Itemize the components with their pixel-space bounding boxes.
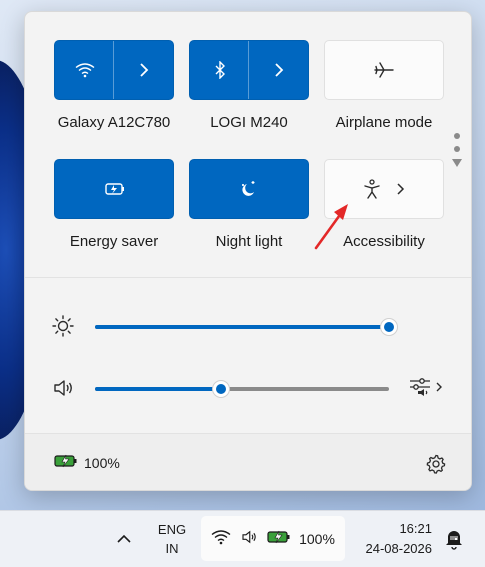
airplane-tile-label: Airplane mode [335,114,433,131]
bluetooth-toggle [189,40,309,100]
quick-settings-footer: 100% [25,433,471,490]
language-code: ENG [157,522,187,537]
accessibility-tile-label: Accessibility [343,233,425,250]
tile-bluetooth: LOGI M240 [189,40,309,131]
battery-status[interactable]: 100% [54,454,120,471]
taskbar: ENG IN 100% 16:21 24-08-2026 [0,510,485,567]
wifi-toggle [54,40,174,100]
wifi-tile-label: Galaxy A12C780 [57,114,171,131]
chevron-up-icon [114,534,134,553]
battery-charging-icon [54,454,78,471]
speaker-icon [239,528,259,549]
volume-row [25,373,471,403]
settings-button[interactable] [425,453,447,475]
system-tray-quick-settings[interactable]: 100% [201,516,345,561]
accessibility-icon [363,179,381,199]
notification-button[interactable] [442,527,466,551]
brightness-thumb[interactable] [380,318,398,336]
battery-charging-icon [267,530,291,547]
chevron-right-icon [138,62,150,78]
clock-time: 16:21 [399,521,432,536]
scroll-down-icon[interactable] [452,159,462,167]
quick-settings-tiles: Galaxy A12C780 LOGI M240 Airplane mode E… [25,12,471,277]
page-dot-2[interactable] [454,146,460,152]
language-indicator[interactable]: ENG IN [150,520,194,558]
airplane-icon [373,61,395,79]
wifi-icon [75,62,95,78]
energy-saver-icon [103,182,125,196]
volume-thumb[interactable] [212,380,231,398]
quick-settings-panel: Galaxy A12C780 LOGI M240 Airplane mode E… [24,11,472,491]
sound-mixer-icon [409,376,431,403]
bluetooth-toggle-button[interactable] [190,41,249,99]
page-indicator[interactable] [451,133,463,167]
night-light-toggle[interactable] [189,159,309,219]
night-light-tile-label: Night light [215,233,283,250]
accessibility-button[interactable] [324,159,444,219]
battery-percentage: 100% [84,454,120,471]
sliders-section [25,277,471,433]
clock-date[interactable]: 16:21 24-08-2026 [352,519,433,559]
page-dot-1[interactable] [454,133,460,139]
bell-icon [442,531,466,555]
clock-date-text: 24-08-2026 [365,541,433,556]
volume-slider[interactable] [95,380,389,398]
tile-night-light: Night light [189,159,309,250]
energy-saver-tile-label: Energy saver [69,233,159,250]
chevron-right-icon [435,380,443,398]
chevron-right-icon [273,62,285,78]
region-code: IN [165,541,179,556]
chevron-right-icon [395,182,405,196]
energy-saver-toggle[interactable] [54,159,174,219]
airplane-mode-toggle[interactable] [324,40,444,100]
brightness-icon [51,314,75,338]
wifi-toggle-button[interactable] [55,41,114,99]
volume-mixer-button[interactable] [409,377,449,401]
gear-icon [425,454,447,479]
night-light-icon [239,180,259,198]
bluetooth-tile-label: LOGI M240 [210,114,288,131]
tray-battery-percentage: 100% [299,530,335,547]
tile-energy-saver: Energy saver [54,159,174,250]
bluetooth-expand-button[interactable] [248,41,308,99]
tile-accessibility: Accessibility [324,159,444,250]
show-hidden-icons-button[interactable] [114,529,134,549]
tile-airplane: Airplane mode [324,40,444,131]
brightness-row [25,311,471,341]
wifi-expand-button[interactable] [113,41,173,99]
tile-wifi: Galaxy A12C780 [54,40,174,131]
speaker-icon[interactable] [51,376,75,400]
wifi-icon [211,529,231,548]
brightness-slider[interactable] [95,318,398,336]
volume-fill [95,387,222,391]
brightness-fill [95,325,389,329]
bluetooth-icon [213,61,227,79]
